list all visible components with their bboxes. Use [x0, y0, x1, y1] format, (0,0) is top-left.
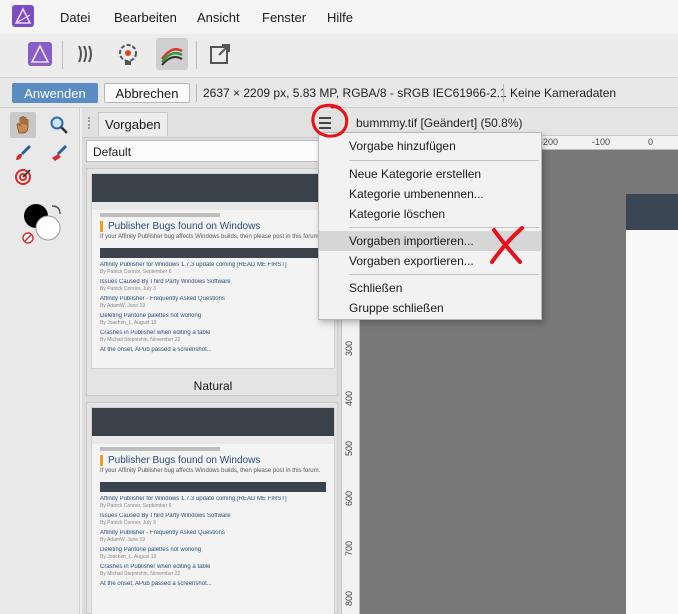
thumb-row-sub: By Michail Stepnishin, November 22 — [100, 571, 181, 577]
cancel-button[interactable]: Abbrechen — [104, 83, 190, 103]
thumb-row-title: Affinity Publisher for Windows 1.7.3 upd… — [100, 262, 287, 268]
ruler-label: 800 — [344, 590, 354, 606]
menu-item-add-preset[interactable]: Vorgabe hinzufügen — [319, 136, 541, 156]
menu-hilfe[interactable]: Hilfe — [327, 10, 353, 25]
menu-divider — [349, 274, 539, 275]
thumb-row-title: At the onset, APub passed a screenshot..… — [100, 347, 212, 353]
ruler-label: 600 — [344, 490, 354, 506]
thumb-row-title: Crashes in Publisher when editing a tabl… — [100, 564, 211, 570]
liquify-persona-icon[interactable] — [70, 38, 102, 70]
menu-bearbeiten[interactable]: Bearbeiten — [114, 10, 177, 25]
ruler-label: 700 — [344, 540, 354, 556]
presets-panel: Vorgaben Default Publisher Bugs found on… — [82, 108, 342, 614]
ruler-label: 500 — [344, 440, 354, 456]
preset-thumbnail: Publisher Bugs found on Windows If your … — [91, 407, 335, 614]
develop-persona-icon[interactable] — [112, 38, 144, 70]
thumb-row-title: Issues Caused By Third Party Windows Sof… — [100, 513, 231, 519]
persona-toolbar — [0, 34, 678, 78]
menu-divider — [349, 160, 539, 161]
tab-presets[interactable]: Vorgaben — [98, 112, 168, 136]
thumb-row-title: Affinity Publisher - Frequently Asked Qu… — [100, 530, 225, 536]
menu-item-close[interactable]: Schließen — [319, 278, 541, 298]
thumb-row-title: Affinity Publisher for Windows 1.7.3 upd… — [100, 496, 287, 502]
ruler-label: 300 — [344, 340, 354, 356]
thumb-title: Publisher Bugs found on Windows — [100, 455, 326, 466]
thumb-row-sub: By Patrick Connor, July 3 — [100, 286, 156, 292]
menu-item-rename-category[interactable]: Kategorie umbenennen... — [319, 184, 541, 204]
affinity-photo-logo-icon[interactable] — [12, 5, 34, 27]
preset-item[interactable]: Publisher Bugs found on Windows If your … — [86, 168, 338, 396]
toolbar-divider — [62, 41, 63, 69]
context-divider — [503, 84, 504, 102]
ruler-label: -100 — [592, 137, 611, 147]
tone-mapping-persona-icon[interactable] — [156, 38, 188, 70]
camera-info: Keine Kameradaten — [510, 86, 617, 100]
panel-header: Vorgaben — [82, 108, 342, 138]
hand-tool-icon[interactable] — [10, 112, 36, 138]
thumb-row-sub: By Michail Stepnishin, November 22 — [100, 337, 181, 343]
ruler-label: 400 — [344, 390, 354, 406]
thumb-subtitle: If your Affinity Publisher bug affects W… — [100, 234, 321, 240]
export-persona-icon[interactable] — [204, 38, 236, 70]
tools-panel — [0, 108, 80, 614]
thumb-row-title: At the onset, APub passed a screenshot..… — [100, 581, 212, 587]
thumb-row-sub: By Joachim_L, August 13 — [100, 320, 157, 326]
thumb-row-title: Deleting Pantone palettes not working — [100, 313, 202, 319]
preset-label: Natural — [193, 379, 233, 393]
ruler-label: 0 — [648, 137, 654, 147]
preset-thumbnail: Publisher Bugs found on Windows If your … — [91, 173, 335, 369]
document-image — [626, 194, 678, 614]
preset-item[interactable]: Publisher Bugs found on Windows If your … — [86, 402, 338, 614]
photo-persona-icon[interactable] — [24, 38, 56, 70]
menu-item-close-group[interactable]: Gruppe schließen — [319, 298, 541, 318]
thumb-row-title: Issues Caused By Third Party Windows Sof… — [100, 279, 231, 285]
thumb-row-title: Crashes in Publisher when editing a tabl… — [100, 330, 211, 336]
thumb-title: Publisher Bugs found on Windows — [100, 221, 326, 232]
category-select[interactable]: Default — [86, 140, 338, 162]
document-title: bummmy.tif [Geändert] (50.8%) — [356, 116, 523, 130]
thumb-row-sub: By Patrick Connor, September 6 — [100, 269, 172, 275]
context-divider — [196, 84, 197, 102]
thumb-row-sub: By Patrick Connor, July 3 — [100, 520, 156, 526]
drag-grip-icon[interactable] — [88, 117, 94, 129]
menu-fenster[interactable]: Fenster — [262, 10, 306, 25]
menu-item-delete-category[interactable]: Kategorie löschen — [319, 204, 541, 224]
thumb-row-title: Affinity Publisher - Frequently Asked Qu… — [100, 296, 225, 302]
zoom-tool-icon[interactable] — [46, 112, 72, 138]
image-info: 2637 × 2209 px, 5.83 MP, RGBA/8 - sRGB I… — [203, 86, 507, 100]
annotation-circle — [311, 103, 349, 138]
menu-datei[interactable]: Datei — [60, 10, 90, 25]
menu-ansicht[interactable]: Ansicht — [197, 10, 240, 25]
thumb-row-sub: By AdamW, June 19 — [100, 303, 146, 309]
erase-brush-tool-icon[interactable] — [46, 140, 72, 166]
brush-tool-icon[interactable] — [10, 140, 36, 166]
target-tool-icon[interactable] — [10, 164, 36, 190]
annotation-cross — [490, 226, 524, 264]
apply-button[interactable]: Anwenden — [12, 83, 98, 103]
thumb-row-sub: By Patrick Connor, September 6 — [100, 503, 172, 509]
menu-item-new-category[interactable]: Neue Kategorie erstellen — [319, 164, 541, 184]
thumb-row-sub: By Joachim_L, August 13 — [100, 554, 157, 560]
ruler-label: -200 — [540, 137, 559, 147]
thumb-row-title: Deleting Pantone palettes not working — [100, 547, 202, 553]
color-swatches[interactable] — [20, 200, 70, 246]
menu-bar: Datei Bearbeiten Ansicht Fenster Hilfe — [0, 0, 678, 34]
toolbar-divider — [196, 41, 197, 69]
thumb-subtitle: If your Affinity Publisher bug affects W… — [100, 468, 321, 474]
thumb-row-sub: By AdamW, June 19 — [100, 537, 146, 543]
